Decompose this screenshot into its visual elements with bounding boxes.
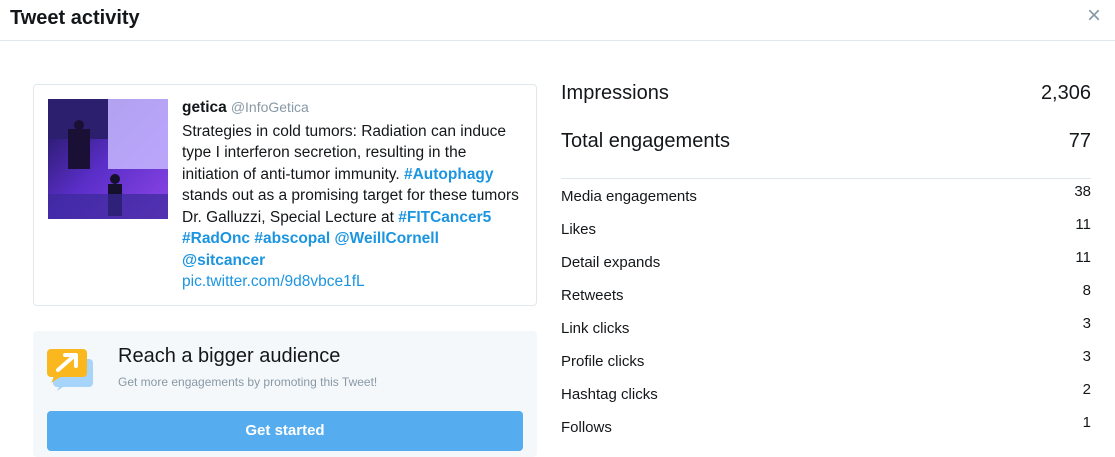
stat-label: Likes — [561, 221, 597, 238]
promote-subtitle: Get more engagements by promoting this T… — [118, 375, 378, 389]
modal-title: Tweet activity — [10, 7, 140, 29]
stat-value: 11 — [1075, 216, 1091, 233]
impressions-row: Impressions 2,306 — [561, 78, 1091, 126]
stats-panel: Impressions 2,306 Total engagements 77 M… — [561, 78, 1091, 443]
stat-value: 3 — [1082, 315, 1091, 332]
stat-value: 2 — [1082, 381, 1091, 398]
tweet-text: Strategies in cold tumors: Radiation can… — [182, 121, 522, 293]
stat-row-detail-expands: Detail expands 11 — [561, 245, 1091, 278]
tweet-body: getica @InfoGetica Strategies in cold tum… — [182, 97, 522, 293]
stat-label: Detail expands — [561, 254, 661, 271]
modal-header: Tweet activity × — [0, 0, 1115, 41]
stat-label: Hashtag clicks — [561, 386, 658, 403]
stat-row-media-engagements: Media engagements 38 — [561, 179, 1091, 212]
promote-title: Reach a bigger audience — [118, 345, 341, 367]
hashtag-link[interactable]: #FITCancer5 — [398, 209, 491, 226]
total-engagements-label: Total engagements — [561, 130, 731, 152]
stat-label: Follows — [561, 419, 612, 436]
stat-row-profile-clicks: Profile clicks 3 — [561, 344, 1091, 377]
stat-row-link-clicks: Link clicks 3 — [561, 311, 1091, 344]
hashtag-link[interactable]: #RadOnc — [182, 230, 250, 247]
tweet-card[interactable]: getica @InfoGetica Strategies in cold tum… — [33, 84, 537, 306]
tweet-media-thumbnail[interactable] — [48, 99, 168, 219]
stat-row-follows: Follows 1 — [561, 410, 1091, 443]
impressions-label: Impressions — [561, 82, 669, 104]
stat-value: 3 — [1082, 348, 1091, 365]
promote-arrow-icon — [47, 347, 97, 391]
close-icon[interactable]: × — [1087, 4, 1101, 28]
stat-label: Media engagements — [561, 188, 697, 205]
media-link[interactable]: pic.twitter.com/9d8vbce1fL — [182, 273, 365, 290]
stat-label: Link clicks — [561, 320, 630, 337]
stat-row-hashtag-clicks: Hashtag clicks 2 — [561, 377, 1091, 410]
stat-value: 8 — [1082, 282, 1091, 299]
stat-row-likes: Likes 11 — [561, 212, 1091, 245]
hashtag-link[interactable]: #abscopal — [254, 230, 330, 247]
stat-label: Profile clicks — [561, 353, 645, 370]
tweet-author-name[interactable]: getica — [182, 99, 227, 116]
get-started-button[interactable]: Get started — [47, 411, 523, 451]
stat-row-retweets: Retweets 8 — [561, 278, 1091, 311]
tweet-author-handle[interactable]: @InfoGetica — [231, 99, 309, 115]
total-engagements-row: Total engagements 77 — [561, 126, 1091, 174]
mention-link[interactable]: @sitcancer — [182, 252, 265, 269]
total-engagements-value: 77 — [1068, 130, 1091, 152]
hashtag-link[interactable]: #Autophagy — [404, 166, 494, 183]
stat-label: Retweets — [561, 287, 624, 304]
stat-value: 1 — [1082, 414, 1091, 431]
mention-link[interactable]: @WeillCornell — [335, 230, 439, 247]
stat-value: 11 — [1075, 249, 1091, 266]
promote-panel: Reach a bigger audience Get more engagem… — [33, 331, 537, 457]
stat-value: 38 — [1074, 183, 1091, 200]
impressions-value: 2,306 — [1040, 82, 1091, 104]
